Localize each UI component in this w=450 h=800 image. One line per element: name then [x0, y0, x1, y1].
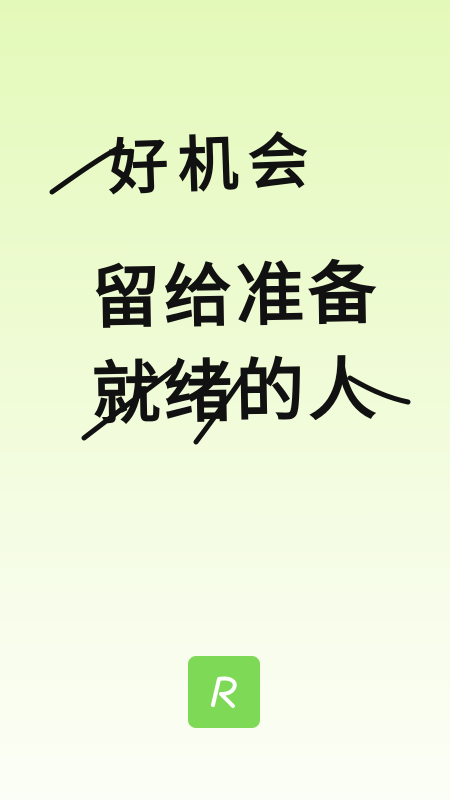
slogan-line-1: 好机会	[107, 126, 320, 204]
splash-screen: 好机会 留给准备 就绪的人	[0, 0, 450, 800]
slogan-line-2: 留给准备	[91, 253, 381, 339]
slogan-line-3: 就绪的人	[91, 349, 381, 435]
r-logo-icon	[211, 676, 237, 708]
app-logo	[188, 656, 260, 728]
